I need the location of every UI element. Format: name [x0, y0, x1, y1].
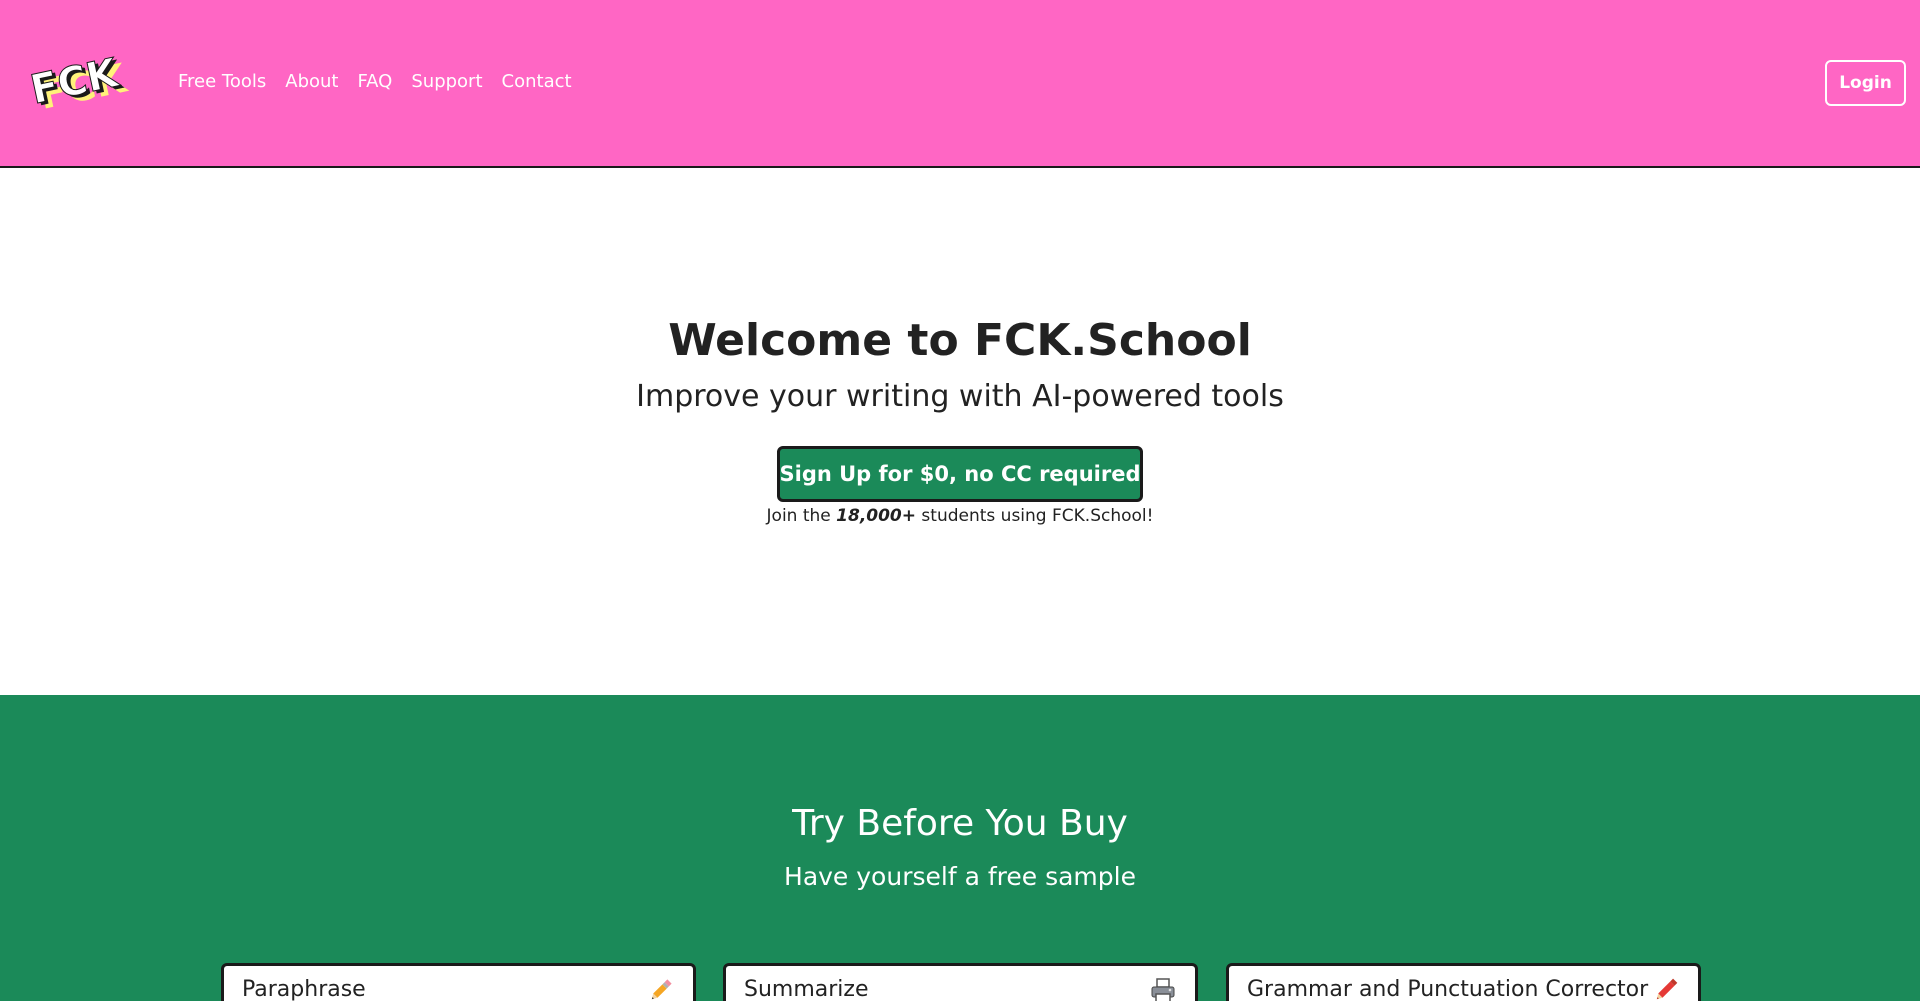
site-header: FCK FCK FCK Free Tools About FAQ Support… — [0, 0, 1920, 168]
tool-card-summarize[interactable]: Summarize — [723, 963, 1198, 1001]
join-text: Join the 18,000+ students using FCK.Scho… — [0, 504, 1920, 528]
hero-section: Welcome to FCK.School Improve your writi… — [0, 168, 1920, 695]
sample-subtitle: Have yourself a free sample — [784, 862, 1136, 891]
hero-title: Welcome to FCK.School — [668, 315, 1252, 366]
sample-title: Try Before You Buy — [792, 803, 1128, 844]
tool-card-paraphrase[interactable]: Paraphrase — [221, 963, 696, 1001]
nav-faq[interactable]: FAQ — [357, 68, 392, 96]
nav-about[interactable]: About — [285, 68, 338, 96]
signup-button[interactable]: Sign Up for $0, no CC required — [777, 446, 1143, 502]
tool-card-label: Paraphrase — [242, 977, 366, 1001]
join-count: 18,000+ — [836, 506, 917, 526]
pencil-icon — [651, 979, 672, 1000]
tool-card-label: Grammar and Punctuation Corrector — [1247, 977, 1649, 1001]
nav-free-tools[interactable]: Free Tools — [178, 68, 266, 96]
red-pencil-icon — [1656, 978, 1678, 1000]
hero-subtitle: Improve your writing with AI-powered too… — [636, 379, 1284, 414]
tool-card-grammar-corrector[interactable]: Grammar and Punctuation Corrector — [1226, 963, 1701, 1001]
join-prefix: Join the — [766, 506, 831, 526]
free-sample-section: Try Before You Buy Have yourself a free … — [0, 695, 1920, 1001]
nav-contact[interactable]: Contact — [502, 68, 572, 96]
fck-logo[interactable]: FCK FCK FCK — [28, 46, 138, 112]
nav-support[interactable]: Support — [411, 68, 482, 96]
login-button[interactable]: Login — [1825, 60, 1906, 106]
main-nav: Free Tools About FAQ Support Contact — [178, 68, 572, 96]
tool-card-label: Summarize — [744, 977, 869, 1001]
printer-icon — [1151, 978, 1175, 1001]
join-suffix: students using FCK.School! — [921, 506, 1154, 526]
